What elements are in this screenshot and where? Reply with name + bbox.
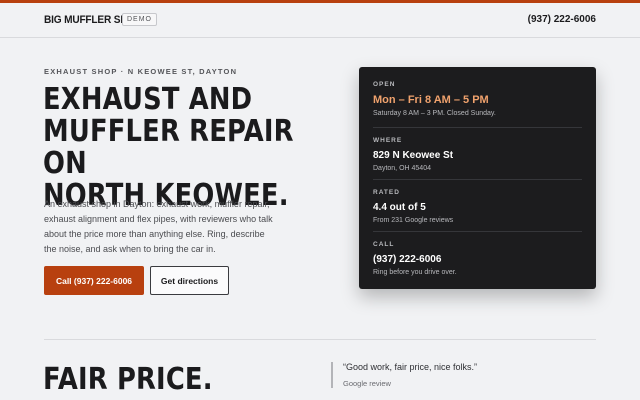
info-call: CALL (937) 222-6006 Ring before you driv… xyxy=(373,231,582,276)
info-open-label: OPEN xyxy=(373,81,396,88)
info-call-sub: Ring before you drive over. xyxy=(373,269,457,276)
info-open-sub: Saturday 8 AM – 3 PM. Closed Sunday. xyxy=(373,110,496,117)
info-open: OPEN Mon – Fri 8 AM – 5 PM Saturday 8 AM… xyxy=(373,81,582,117)
hero-title-line: MUFFLER REPAIR ON xyxy=(43,114,294,181)
info-rated-label: RATED xyxy=(373,189,400,196)
info-call-phone[interactable]: (937) 222-6006 xyxy=(373,254,582,265)
info-where: WHERE 829 N Keowee St Dayton, OH 45404 xyxy=(373,127,582,172)
quote-source: Google review xyxy=(343,379,391,388)
get-directions-button[interactable]: Get directions xyxy=(150,266,229,295)
review-quote: “Good work, fair price, nice folks.” Goo… xyxy=(331,362,591,388)
info-card: OPEN Mon – Fri 8 AM – 5 PM Saturday 8 AM… xyxy=(359,67,596,289)
info-call-label: CALL xyxy=(373,241,395,248)
quote-text: “Good work, fair price, nice folks.” xyxy=(343,362,478,372)
info-rating: 4.4 out of 5 xyxy=(373,202,426,213)
info-where-sub: Dayton, OH 45404 xyxy=(373,165,431,172)
hero-title: EXHAUST AND MUFFLER REPAIR ON NORTH KEOW… xyxy=(43,84,301,212)
header-phone-link[interactable]: (937) 222-6006 xyxy=(528,14,596,25)
hero-title-line: EXHAUST AND xyxy=(43,82,253,117)
info-open-hours: Mon – Fri 8 AM – 5 PM xyxy=(373,94,489,106)
section-divider xyxy=(44,339,596,340)
hero-description: An exhaust shop in Dayton: exhaust work,… xyxy=(44,199,273,254)
site-header: BIG MUFFLER SHOP DEMO (937) 222-6006 xyxy=(0,3,640,38)
info-where-label: WHERE xyxy=(373,137,403,144)
demo-badge: DEMO xyxy=(122,13,157,26)
section-title: FAIR PRICE. xyxy=(43,362,213,397)
call-button[interactable]: Call (937) 222-6006 xyxy=(44,266,144,295)
hero-eyebrow: EXHAUST SHOP · N KEOWEE ST, DAYTON xyxy=(44,67,238,76)
info-where-address[interactable]: 829 N Keowee St xyxy=(373,150,582,161)
info-rated: RATED 4.4 out of 5 From 231 Google revie… xyxy=(373,179,582,224)
info-rated-sub: From 231 Google reviews xyxy=(373,217,454,224)
